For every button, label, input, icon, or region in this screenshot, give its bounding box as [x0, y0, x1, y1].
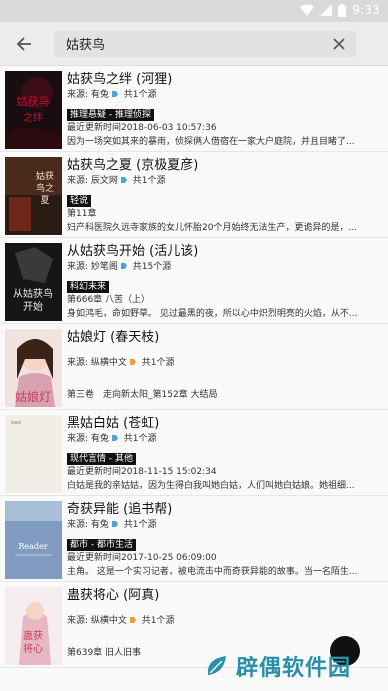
category-badge: 都市 - 都市生活: [67, 539, 136, 551]
source-count: 共1个源: [123, 520, 157, 530]
search-input[interactable]: [66, 36, 330, 51]
book-info: 姑获鸟之夏 (京极夏彦) 来源: 辰文网 共1个源 轻说 第11章 妇产科医院久…: [67, 157, 388, 237]
svg-text:之绊: 之绊: [23, 111, 43, 124]
list-item[interactable]: 黑姑白姑 (苍虹) 来源: 有兔 共1个源 现代言情 - 其他 最近更新时间20…: [0, 410, 388, 496]
book-description: 妇产科医院久远寺家族的女儿怀胎20个月始终无法生产，更诡异的是，...: [67, 223, 358, 233]
book-source: 来源: 有兔 共1个源: [67, 89, 388, 102]
book-cover: 从姑获鸟 开始: [5, 243, 62, 321]
tag-icon: [111, 90, 119, 98]
svg-text:开始: 开始: [23, 300, 43, 313]
book-description: 因为一场突如其来的暴雨，侦探俩人借宿在一家大户庭院，并且目睹了...: [67, 137, 355, 147]
signal-icon: [320, 4, 333, 16]
list-item[interactable]: 姑娘灯 姑娘灯 (春天枝) 来源: 纵横中文 共1个源 第三卷 走向新太阳_第1…: [0, 324, 388, 410]
book-description: 身如鸿毛，命如野草。 见过最黑的夜，所以心中炽烈明亮的火焰，从不...: [67, 309, 358, 319]
book-cover: 姑娘灯: [5, 329, 62, 407]
wifi-icon: [300, 4, 315, 16]
list-item[interactable]: Reader 奇获异能 (追书帮) 来源: 有兔 共1个源 都市 - 都市生活 …: [0, 496, 388, 582]
tag-icon: [129, 616, 137, 624]
svg-text:夏: 夏: [40, 195, 49, 206]
source-name: 来源: 妙笔阁: [67, 262, 118, 272]
source-count: 共1个源: [141, 616, 175, 626]
update-time: 最近更新时间2018-06-03 10:57:36: [67, 123, 217, 133]
tag-icon: [120, 262, 128, 270]
arrow-left-icon: [16, 36, 31, 51]
book-source: 来源: 有兔 共1个源: [67, 433, 388, 446]
svg-text:蛊获: 蛊获: [23, 630, 43, 642]
svg-text:从姑获鸟: 从姑获鸟: [13, 287, 53, 300]
book-source: 来源: 纵横中文 共1个源: [67, 615, 388, 628]
book-cover: [5, 415, 62, 493]
book-source: 来源: 辰文网 共1个源: [67, 175, 388, 188]
book-info: 姑获鸟之绊 (河狸) 来源: 有兔 共1个源 推理悬疑 - 推理侦探 最近更新时…: [67, 71, 388, 151]
source-count: 共1个源: [132, 176, 166, 186]
book-title: 姑获鸟之绊 (河狸): [67, 72, 173, 87]
search-toolbar: [0, 22, 388, 66]
leaf-logo-icon: [207, 656, 226, 675]
book-title: 蛊获将心 (阿真): [67, 588, 160, 603]
battery-icon: [338, 3, 347, 17]
latest-chapter: 第三卷 走向新太阳_第152章 大结局: [67, 390, 218, 400]
book-info: 从姑获鸟开始 (活儿该) 来源: 妙笔阁 共15个源 科幻未来 第666章 八苦…: [67, 243, 388, 323]
book-description: 白姑是我的亲姑姑，因为生得白我叫她白姑，人们叫她白姑娘。她祖细...: [67, 481, 355, 491]
watermark-text: 辟偶软件园: [236, 656, 352, 681]
source-count: 共15个源: [132, 262, 172, 272]
book-info: 奇获异能 (追书帮) 来源: 有兔 共1个源 都市 - 都市生活 最近更新时间2…: [67, 501, 388, 581]
book-source: 来源: 妙笔阁 共15个源: [67, 261, 388, 274]
book-cover: 姑获 鸟之 夏: [5, 157, 62, 235]
tag-icon: [120, 176, 128, 184]
source-name: 来源: 有兔: [67, 520, 109, 530]
status-bar: 9:33: [0, 0, 388, 22]
book-title: 姑获鸟之夏 (京极夏彦): [67, 158, 199, 173]
book-source: 来源: 有兔 共1个源: [67, 519, 388, 532]
book-title: 黑姑白姑 (苍虹): [67, 416, 160, 431]
source-count: 共1个源: [123, 434, 157, 444]
book-info: 姑娘灯 (春天枝) 来源: 纵横中文 共1个源 第三卷 走向新太阳_第152章 …: [67, 329, 388, 409]
tag-icon: [129, 358, 137, 366]
source-name: 来源: 有兔: [67, 434, 109, 444]
category-badge: 科幻未来: [67, 281, 110, 293]
source-name: 来源: 辰文网: [67, 176, 118, 186]
book-title: 从姑获鸟开始 (活儿该): [67, 244, 199, 259]
category-badge: 推理悬疑 - 推理侦探: [67, 109, 154, 121]
book-cover: Reader: [5, 501, 62, 579]
search-box: [54, 30, 356, 57]
source-name: 来源: 纵横中文: [67, 616, 127, 626]
svg-text:Reader: Reader: [18, 542, 47, 551]
tag-icon: [111, 520, 119, 528]
svg-text:将心: 将心: [23, 643, 43, 655]
source-count: 共1个源: [141, 358, 175, 368]
watermark: 辟偶软件园: [204, 650, 351, 682]
book-description: 主角。 这是一个实习记者，被电流击中而奇获异能的故事。当一名陌生...: [67, 567, 358, 577]
update-time: 最近更新时间2018-11-15 15:02:34: [67, 467, 217, 477]
svg-text:姑获: 姑获: [36, 170, 54, 182]
latest-chapter: 第666章 八苦（上）: [67, 295, 151, 305]
status-icons: 9:33: [300, 3, 380, 17]
tag-icon: [111, 434, 119, 442]
back-button[interactable]: [10, 30, 38, 58]
book-title: 奇获异能 (追书帮): [67, 502, 173, 517]
search-results-list: 姑获鸟 之绊 姑获鸟之绊 (河狸) 来源: 有兔 共1个源 推理悬疑 - 推理侦…: [0, 66, 388, 691]
book-info: 黑姑白姑 (苍虹) 来源: 有兔 共1个源 现代言情 - 其他 最近更新时间20…: [67, 415, 388, 495]
category-badge: 现代言情 - 其他: [67, 453, 136, 465]
svg-text:姑娘灯: 姑娘灯: [15, 389, 51, 404]
book-title: 姑娘灯 (春天枝): [67, 330, 160, 345]
list-item[interactable]: 姑获鸟 之绊 姑获鸟之绊 (河狸) 来源: 有兔 共1个源 推理悬疑 - 推理侦…: [0, 66, 388, 152]
list-item[interactable]: 姑获 鸟之 夏 姑获鸟之夏 (京极夏彦) 来源: 辰文网 共1个源 轻说 第11…: [0, 152, 388, 238]
book-cover: 蛊获 将心: [5, 587, 62, 665]
clear-button[interactable]: [330, 35, 348, 53]
book-source: 来源: 纵横中文 共1个源: [67, 357, 388, 370]
list-item[interactable]: 从姑获鸟 开始 从姑获鸟开始 (活儿该) 来源: 妙笔阁 共15个源 科幻未来 …: [0, 238, 388, 324]
source-name: 来源: 纵横中文: [67, 358, 127, 368]
update-time: 最近更新时间2017-10-25 06:09:00: [67, 553, 217, 563]
book-cover: 姑获鸟 之绊: [5, 71, 62, 149]
close-icon: [333, 37, 345, 50]
status-time: 9:33: [352, 3, 380, 17]
source-count: 共1个源: [123, 90, 157, 100]
category-badge: 轻说: [67, 195, 92, 207]
latest-chapter: 第11章: [67, 209, 97, 219]
svg-text:鸟之: 鸟之: [36, 182, 54, 194]
source-name: 来源: 有兔: [67, 90, 109, 100]
svg-text:姑获鸟: 姑获鸟: [17, 94, 50, 108]
